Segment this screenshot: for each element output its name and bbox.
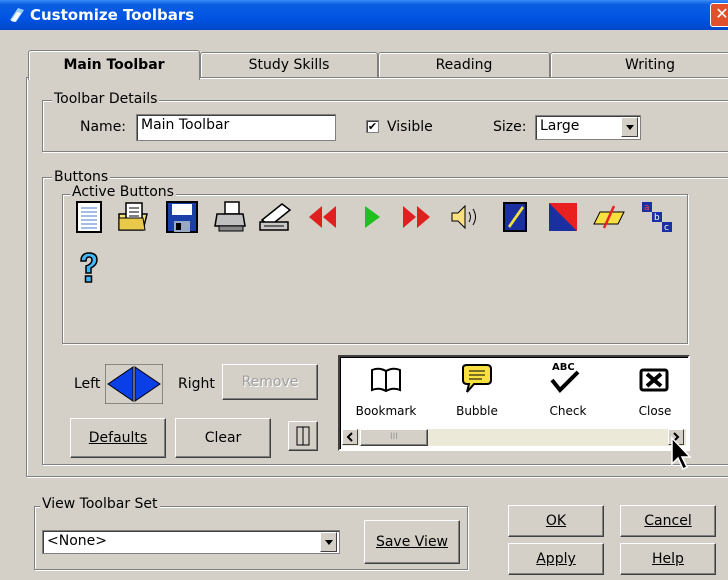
fast-forward-icon[interactable] — [400, 200, 434, 234]
right-label: Right — [178, 376, 215, 392]
svg-text:b: b — [654, 213, 660, 223]
app-icon — [10, 8, 24, 22]
tab-label: Writing — [625, 57, 675, 73]
mouse-cursor-icon — [671, 436, 692, 471]
svg-text:ABC: ABC — [552, 362, 575, 373]
window-title: Customize Toolbars — [30, 6, 195, 24]
help-label: Help — [652, 551, 684, 567]
remove-button[interactable]: Remove — [222, 364, 318, 400]
tab-label: Main Toolbar — [63, 57, 165, 73]
clear-label: Clear — [204, 430, 242, 446]
tab-label: Study Skills — [248, 57, 330, 73]
scan-icon[interactable] — [258, 200, 292, 234]
tab-writing[interactable]: Writing — [550, 52, 728, 78]
save-icon[interactable] — [165, 200, 199, 234]
svg-text:c: c — [664, 223, 669, 233]
clear-button[interactable]: Clear — [175, 418, 271, 458]
toolbar-set-value: <None> — [47, 533, 107, 549]
apply-button[interactable]: Apply — [508, 543, 604, 575]
rewind-icon[interactable] — [306, 200, 340, 234]
close-button[interactable]: ✕ — [710, 3, 728, 27]
play-icon[interactable] — [356, 200, 390, 234]
visible-checkbox[interactable]: ✔ — [366, 120, 379, 133]
left-label: Left — [74, 376, 101, 392]
apply-label: Apply — [536, 551, 576, 567]
separator-button[interactable] — [288, 421, 318, 451]
book-icon[interactable] — [369, 362, 403, 396]
move-arrows-icon[interactable] — [105, 364, 163, 404]
name-label: Name: — [80, 119, 127, 135]
active-buttons-label: Active Buttons — [70, 184, 176, 200]
size-dropdown-button[interactable] — [621, 117, 638, 137]
scroll-left-button[interactable] — [342, 429, 358, 445]
help-icon[interactable] — [72, 250, 106, 284]
tab-label: Reading — [435, 57, 493, 73]
visible-label: Visible — [387, 119, 433, 135]
palette-item-close[interactable]: Close — [625, 404, 685, 418]
page-icon[interactable] — [72, 200, 106, 234]
size-label: Size: — [493, 119, 527, 135]
save-view-button[interactable]: Save View — [364, 520, 460, 564]
tab-main-toolbar[interactable]: Main Toolbar — [28, 50, 200, 80]
close-x-icon[interactable] — [637, 364, 671, 398]
abc-letters-icon[interactable]: abc — [640, 200, 674, 234]
palette-item-bubble[interactable]: Bubble — [447, 404, 507, 418]
speaker-icon[interactable] — [448, 200, 482, 234]
size-value: Large — [540, 118, 580, 134]
defaults-label: Defaults — [88, 430, 148, 446]
ok-button[interactable]: OK — [508, 505, 604, 537]
separator-icon — [296, 426, 310, 446]
highlighter-red-icon[interactable] — [546, 200, 580, 234]
cancel-button[interactable]: Cancel — [620, 505, 716, 537]
palette-item-bookmark[interactable]: Bookmark — [352, 404, 420, 418]
svg-text:a: a — [644, 203, 650, 213]
save-view-label: Save View — [375, 534, 449, 550]
cancel-label: Cancel — [644, 513, 692, 529]
tab-reading[interactable]: Reading — [378, 52, 550, 78]
scroll-thumb[interactable]: III — [360, 429, 428, 446]
abc-check-icon[interactable]: ABC — [548, 360, 582, 394]
remove-label: Remove — [241, 374, 299, 390]
highlighter-yellow-icon[interactable] — [592, 200, 626, 234]
toolbar-set-dropdown-button[interactable] — [320, 532, 337, 552]
ok-label: OK — [545, 513, 567, 529]
name-input[interactable]: Main Toolbar — [136, 114, 336, 141]
toolbar-details-label: Toolbar Details — [52, 91, 160, 107]
chevron-left-icon — [346, 432, 353, 442]
buttons-group-label: Buttons — [52, 169, 111, 185]
defaults-button[interactable]: Defaults — [70, 418, 166, 458]
highlighter-blue-icon[interactable] — [498, 200, 532, 234]
help-button[interactable]: Help — [620, 543, 716, 575]
palette-item-check[interactable]: Check — [538, 404, 598, 418]
open-file-icon[interactable] — [115, 200, 149, 234]
speech-bubble-icon[interactable] — [460, 362, 494, 396]
print-icon[interactable] — [213, 200, 247, 234]
toolbar-set-select[interactable]: <None> — [42, 530, 340, 554]
view-toolbar-set-label: View Toolbar Set — [40, 496, 160, 512]
title-bar[interactable]: Customize Toolbars ✕ — [0, 0, 728, 30]
tab-study-skills[interactable]: Study Skills — [200, 52, 378, 78]
